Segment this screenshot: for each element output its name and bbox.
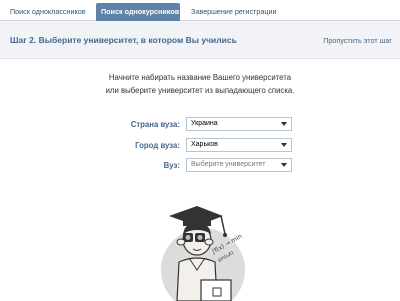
instructions-line-2: или выберите университет из выпадающего … xyxy=(105,86,295,95)
dropdown-arrow-icon[interactable] xyxy=(281,122,287,126)
university-placeholder: Выберите университет xyxy=(191,161,266,168)
tab-finish-registration[interactable]: Завершение регистрации xyxy=(186,3,286,21)
instructions-line-1: Начните набирать название Вашего универс… xyxy=(108,73,292,82)
country-label: Страна вуза: xyxy=(130,120,180,129)
dropdown-arrow-icon[interactable] xyxy=(281,143,287,147)
step-header: Шаг 2. Выберите университет, в котором В… xyxy=(0,21,400,59)
instructions: Начните набирать название Вашего универс… xyxy=(0,71,400,97)
university-label: Вуз: xyxy=(163,161,180,170)
city-value: Харьков xyxy=(191,141,218,148)
university-select[interactable]: Выберите университет xyxy=(186,158,292,172)
city-row: Город вуза: Харьков xyxy=(0,138,400,152)
country-select[interactable]: Украина xyxy=(186,117,292,131)
skip-step-link[interactable]: Пропустить этот шаг xyxy=(323,36,392,45)
city-select[interactable]: Харьков xyxy=(186,138,292,152)
country-value: Украина xyxy=(191,120,218,127)
city-label: Город вуза: xyxy=(135,141,180,150)
page-title: Шаг 2. Выберите университет, в котором В… xyxy=(10,35,237,45)
country-row: Страна вуза: Украина xyxy=(0,117,400,131)
tab-find-classmates[interactable]: Поиск одноклассников xyxy=(5,3,89,21)
tab-bar: Поиск одноклассников Поиск однокурсников… xyxy=(0,0,400,21)
student-mascot-illustration: ∫f(x) → min sin(ωt) xyxy=(161,206,245,301)
tab-find-coursemates[interactable]: Поиск однокурсников xyxy=(96,3,180,21)
university-row: Вуз: Выберите университет xyxy=(0,158,400,172)
dropdown-arrow-icon[interactable] xyxy=(281,163,287,167)
